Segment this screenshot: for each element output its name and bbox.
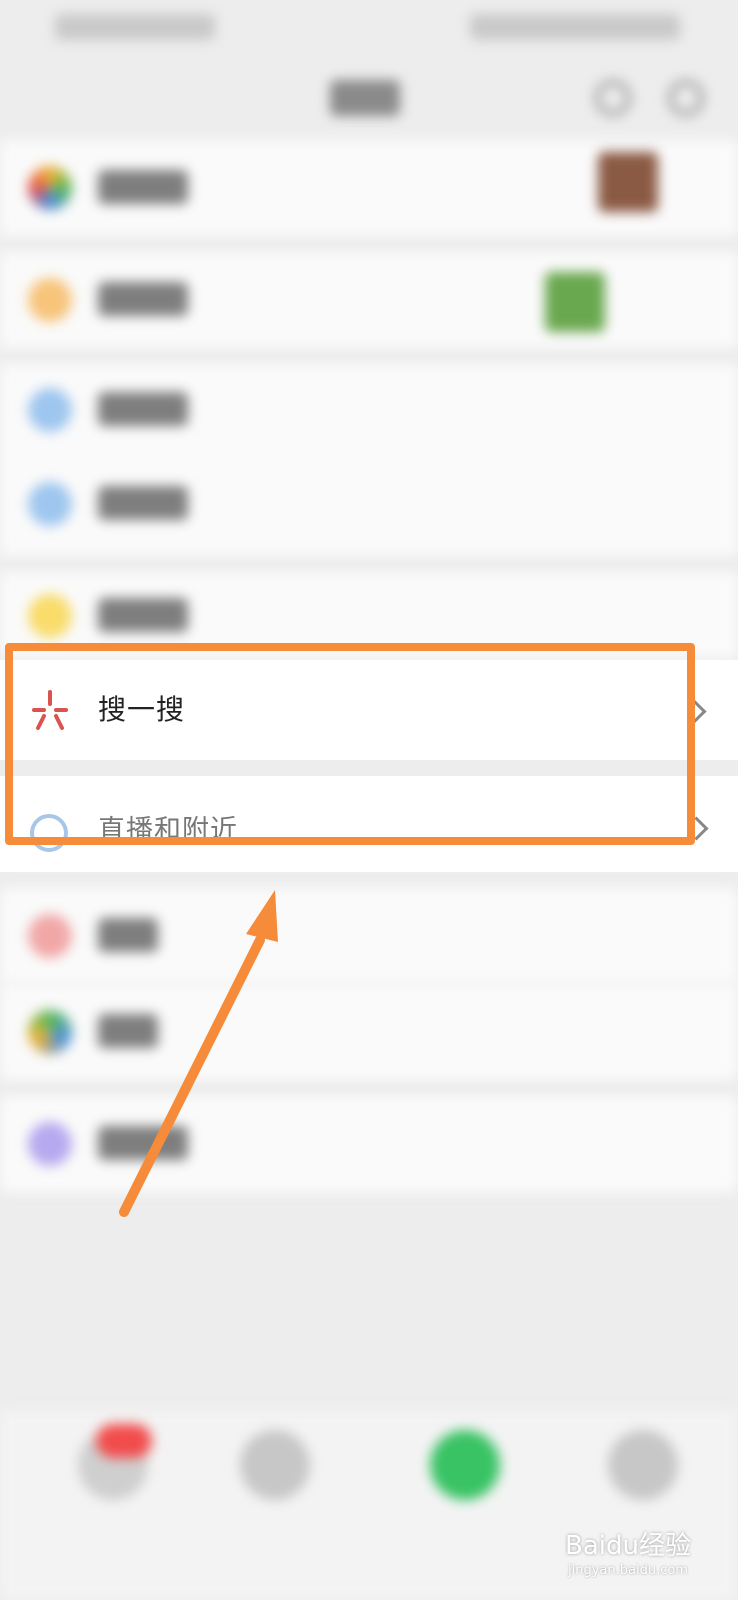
arrow-annotation [119, 890, 278, 1217]
watermark-site: jingyan.baidu.com [568, 1563, 688, 1578]
arrow-shaft [119, 935, 265, 1217]
watermark-logo: Baidu经验 [565, 1531, 691, 1561]
arrow-head [246, 890, 278, 942]
discover-tab-icon[interactable] [430, 1430, 500, 1500]
me-tab-icon[interactable] [608, 1430, 678, 1500]
contacts-tab-icon[interactable] [240, 1430, 310, 1500]
unread-badge [96, 1424, 152, 1458]
